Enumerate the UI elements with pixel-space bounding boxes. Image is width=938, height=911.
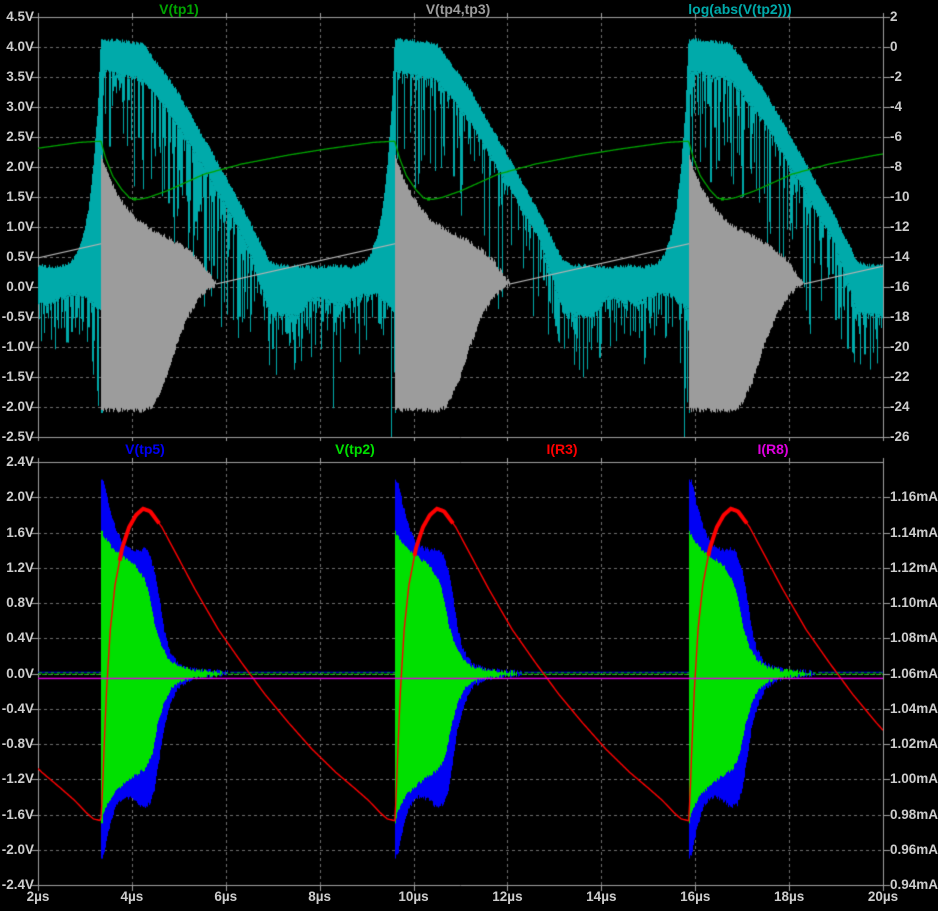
top-right-axis-tick: -16 xyxy=(890,279,910,295)
top-left-axis-tick: -2.5V xyxy=(0,429,34,445)
x-axis-tick: 2µs xyxy=(27,889,50,905)
bottom-left-axis-tick: 0.0V xyxy=(0,666,34,682)
top-left-axis-tick: 1.5V xyxy=(0,189,34,205)
bottom-left-axis-tick: -1.2V xyxy=(0,771,34,787)
trace-label-ir8[interactable]: I(R8) xyxy=(757,441,788,457)
bottom-right-axis-tick: 1.16mA xyxy=(890,489,938,505)
top-left-axis-tick: 4.5V xyxy=(0,9,34,25)
top-left-axis-tick: -1.0V xyxy=(0,339,34,355)
top-left-axis-tick: 3.5V xyxy=(0,69,34,85)
waveform-viewer-window: V(tp1) V(tp4,tp3) log(abs(V(tp2))) V(tp5… xyxy=(0,0,938,911)
top-right-axis-tick: -12 xyxy=(890,219,910,235)
top-left-axis-tick: 4.0V xyxy=(0,39,34,55)
bottom-left-axis-tick: 0.8V xyxy=(0,595,34,611)
top-left-axis-tick: 0.0V xyxy=(0,279,34,295)
bottom-left-axis-tick: -0.4V xyxy=(0,701,34,717)
top-left-axis-tick: 2.0V xyxy=(0,159,34,175)
top-right-axis-tick: -26 xyxy=(890,429,910,445)
bottom-right-axis-tick: 1.14mA xyxy=(890,525,938,541)
x-axis-tick: 8µs xyxy=(308,889,331,905)
top-right-axis-tick: -8 xyxy=(890,159,902,175)
bottom-right-axis-tick: 1.04mA xyxy=(890,701,938,717)
bottom-right-axis-tick: 1.10mA xyxy=(890,595,938,611)
bottom-left-axis-tick: 2.0V xyxy=(0,489,34,505)
top-left-axis-tick: -2.0V xyxy=(0,399,34,415)
top-right-axis-tick: -20 xyxy=(890,339,910,355)
bottom-right-axis-tick: 1.06mA xyxy=(890,666,938,682)
x-axis-tick: 20µs xyxy=(868,889,898,905)
bottom-right-axis-tick: 1.02mA xyxy=(890,736,938,752)
bottom-left-axis-tick: -0.8V xyxy=(0,736,34,752)
top-right-axis-tick: 0 xyxy=(890,39,898,55)
trace-label-vtp2[interactable]: V(tp2) xyxy=(335,441,375,457)
top-right-axis-tick: -18 xyxy=(890,309,910,325)
bottom-left-axis-tick: -1.6V xyxy=(0,807,34,823)
top-right-axis-tick: -2 xyxy=(890,69,902,85)
top-right-axis-tick: -22 xyxy=(890,369,910,385)
bottom-left-axis-tick: 1.6V xyxy=(0,525,34,541)
top-right-axis-tick: -10 xyxy=(890,189,910,205)
trace-label-vtp5[interactable]: V(tp5) xyxy=(125,441,165,457)
top-left-axis-tick: 0.5V xyxy=(0,249,34,265)
top-left-axis-tick: -0.5V xyxy=(0,309,34,325)
x-axis-tick: 12µs xyxy=(492,889,522,905)
bottom-right-axis-tick: 1.12mA xyxy=(890,560,938,576)
x-axis-tick: 18µs xyxy=(774,889,804,905)
x-axis-tick: 14µs xyxy=(586,889,616,905)
top-right-axis-tick: -14 xyxy=(890,249,910,265)
trace-label-ir3[interactable]: I(R3) xyxy=(546,441,577,457)
top-left-axis-tick: 1.0V xyxy=(0,219,34,235)
top-right-axis-tick: -4 xyxy=(890,99,902,115)
bottom-right-axis-tick: 1.00mA xyxy=(890,771,938,787)
bottom-right-axis-tick: 0.98mA xyxy=(890,807,938,823)
x-axis-tick: 6µs xyxy=(214,889,237,905)
trace-label-vtp1[interactable]: V(tp1) xyxy=(159,1,199,17)
x-axis-tick: 16µs xyxy=(680,889,710,905)
bottom-left-axis-tick: 0.4V xyxy=(0,630,34,646)
bottom-right-axis-tick: 1.08mA xyxy=(890,630,938,646)
trace-label-logabs-vtp2[interactable]: log(abs(V(tp2))) xyxy=(688,1,791,17)
top-left-axis-tick: 3.0V xyxy=(0,99,34,115)
top-right-axis-tick: -24 xyxy=(890,399,910,415)
bottom-left-axis-tick: 1.2V xyxy=(0,560,34,576)
bottom-right-axis-tick: 0.96mA xyxy=(890,842,938,858)
trace-label-vtp4tp3[interactable]: V(tp4,tp3) xyxy=(426,1,491,17)
top-right-axis-tick: -6 xyxy=(890,129,902,145)
x-axis-tick: 10µs xyxy=(398,889,428,905)
top-left-axis-tick: -1.5V xyxy=(0,369,34,385)
bottom-left-axis-tick: 2.4V xyxy=(0,454,34,470)
bottom-left-axis-tick: -2.0V xyxy=(0,842,34,858)
x-axis-tick: 4µs xyxy=(120,889,143,905)
top-right-axis-tick: 2 xyxy=(890,9,898,25)
top-left-axis-tick: 2.5V xyxy=(0,129,34,145)
